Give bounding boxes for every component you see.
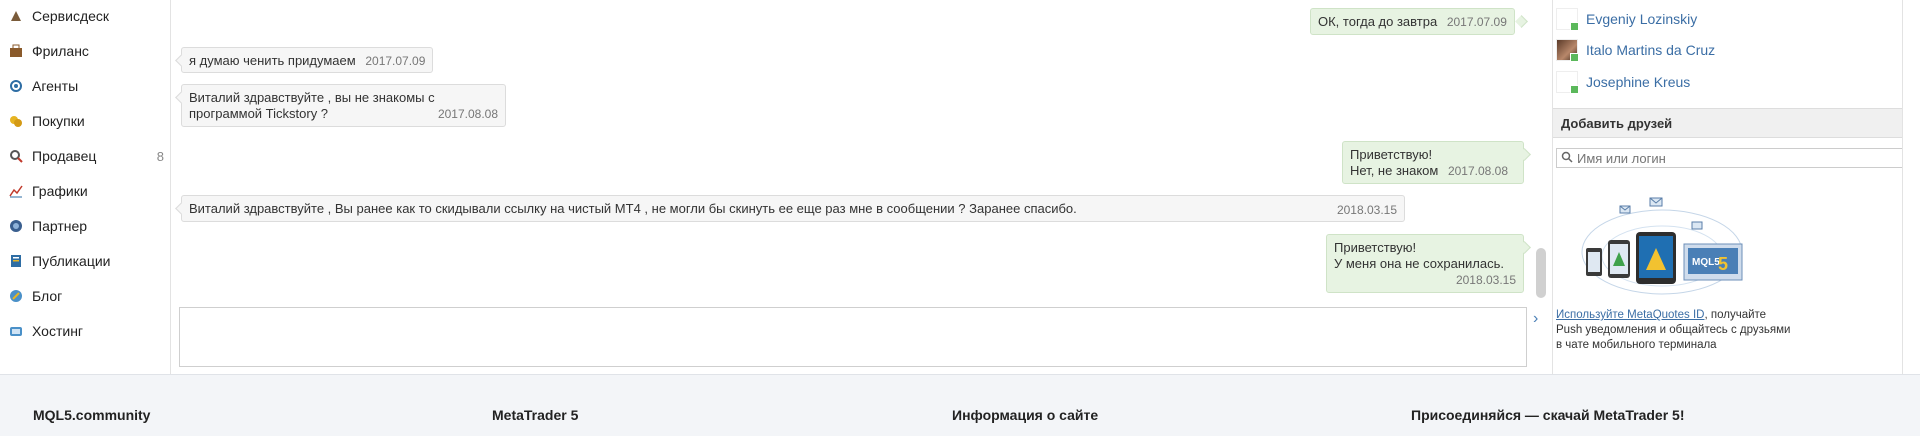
metaquotes-id-link[interactable]: Используйте MetaQuotes ID [1556, 309, 1704, 321]
message-text: я думаю ченить придумаем [189, 53, 356, 68]
message-text: программой Tickstory ? [189, 106, 329, 121]
message-text: Приветствую! [1350, 147, 1433, 162]
friend-search[interactable] [1556, 148, 1906, 168]
hosting-icon [8, 323, 24, 339]
sidebar-item-label: Графики [32, 183, 88, 199]
message-date: 2018.03.15 [1336, 203, 1397, 217]
message-text: Виталий здравствуйте , вы не знакомы с [189, 90, 435, 105]
friend-item[interactable]: Italo Martins da Cruz [1556, 36, 1715, 64]
message-text: ОК, тогда до завтра [1318, 14, 1438, 29]
message-date: 2017.08.08 [1447, 164, 1509, 178]
message-text: Приветствую! [1334, 240, 1417, 255]
search-input[interactable] [1577, 150, 1877, 166]
sidebar-item-agents[interactable]: Агенты [8, 74, 168, 98]
seller-count: 8 [156, 148, 164, 164]
sidebar-item-blog[interactable]: Блог [8, 284, 168, 308]
promo-line: в чате мобильного терминала [1556, 339, 1717, 351]
right-edge-strip [1902, 0, 1920, 374]
promo-line: , получайте [1704, 309, 1767, 321]
sidebar-item-label: Фриланс [32, 43, 89, 59]
footer-heading[interactable]: Информация о сайте [952, 407, 1098, 423]
search-icon [1561, 151, 1573, 166]
message-outgoing: Приветствую! Нет, не знаком 2017.08.08 [1342, 141, 1524, 184]
site-footer: MQL5.community MetaTrader 5 Информация о… [0, 374, 1920, 436]
add-friends-label: Добавить друзей [1561, 115, 1673, 131]
seller-icon [8, 148, 24, 164]
sidebar-item-label: Публикации [32, 253, 111, 269]
sidebar-item-label: Партнер [32, 218, 88, 234]
servicedesk-icon [8, 8, 24, 24]
friend-item[interactable]: Evgeniy Lozinskiy [1556, 5, 1697, 33]
message-incoming: я думаю ченить придумаем 2017.07.09 [181, 47, 434, 73]
sidebar-item-purchases[interactable]: Покупки [8, 109, 168, 133]
add-friends-header: Добавить друзей [1553, 108, 1908, 138]
metaquotes-devices-illustration: MQL5 5 [1581, 197, 1743, 295]
partner-icon [8, 218, 24, 234]
friend-name[interactable]: Evgeniy Lozinskiy [1586, 11, 1697, 27]
message-text: У меня она не сохранилась. [1334, 256, 1504, 271]
charts-icon [8, 183, 24, 199]
avatar [1556, 71, 1579, 94]
footer-heading[interactable]: Присоединяйся — скачай MetaTrader 5! [1411, 407, 1684, 423]
online-status-icon [1570, 85, 1579, 94]
message-date: 2017.07.09 [1446, 15, 1507, 29]
send-chevron-icon[interactable]: › [1533, 311, 1547, 327]
friend-name[interactable]: Josephine Kreus [1586, 74, 1690, 90]
message-outgoing: Приветствую! У меня она не сохранилась. … [1326, 234, 1524, 293]
sidebar-item-partner[interactable]: Партнер [8, 214, 168, 238]
online-status-icon [1570, 22, 1579, 31]
blog-icon [8, 288, 24, 304]
sidebar-item-label: Покупки [32, 113, 85, 129]
sidebar-item-label: Сервисдеск [32, 8, 110, 24]
message-composer[interactable] [179, 307, 1527, 367]
avatar [1556, 39, 1579, 62]
message-date: 2018.03.15 [1455, 273, 1516, 287]
chat-scrollbar[interactable] [1536, 248, 1546, 298]
avatar [1556, 8, 1579, 31]
message-date: 2017.08.08 [437, 107, 498, 121]
message-outgoing: ОК, тогда до завтра 2017.07.09 [1310, 8, 1515, 35]
message-incoming: Виталий здравствуйте , Вы ранее как то с… [181, 195, 1405, 222]
mql5-badge: MQL5 [1692, 257, 1720, 268]
publications-icon [8, 253, 24, 269]
footer-heading[interactable]: MQL5.community [33, 407, 150, 423]
promo-text: Используйте MetaQuotes ID, получайте Pus… [1556, 308, 1816, 353]
purchases-icon [8, 113, 24, 129]
online-status-icon [1570, 53, 1579, 62]
friend-name[interactable]: Italo Martins da Cruz [1586, 42, 1715, 58]
footer-heading[interactable]: MetaTrader 5 [492, 407, 578, 423]
message-text: Виталий здравствуйте , Вы ранее как то с… [189, 201, 1077, 216]
sidebar-item-charts[interactable]: Графики [8, 179, 168, 203]
svg-text:5: 5 [1718, 254, 1728, 274]
sidebar-item-freelance[interactable]: Фриланс [8, 39, 168, 63]
sidebar-item-label: Агенты [32, 78, 79, 94]
friend-item[interactable]: Josephine Kreus [1556, 68, 1690, 96]
sidebar-item-label: Продавец [32, 148, 97, 164]
sidebar-item-hosting[interactable]: Хостинг [8, 319, 168, 343]
sidebar-item-label: Хостинг [32, 323, 84, 339]
message-date: 2017.07.09 [365, 54, 426, 68]
promo-line: Push уведомления и общайтесь с друзьями [1556, 324, 1791, 336]
left-sidebar: Сервисдеск Фриланс Агенты Покупки Продав… [0, 0, 171, 374]
sidebar-item-seller[interactable]: Продавец 8 [8, 144, 168, 168]
message-incoming: Виталий здравствуйте , вы не знакомы с п… [181, 84, 506, 127]
freelance-icon [8, 43, 24, 59]
message-text: Нет, не знаком [1350, 163, 1439, 178]
agents-icon [8, 78, 24, 94]
sidebar-item-servicedesk[interactable]: Сервисдеск [8, 4, 168, 28]
sidebar-item-label: Блог [32, 288, 63, 304]
sidebar-item-publications[interactable]: Публикации [8, 249, 168, 273]
